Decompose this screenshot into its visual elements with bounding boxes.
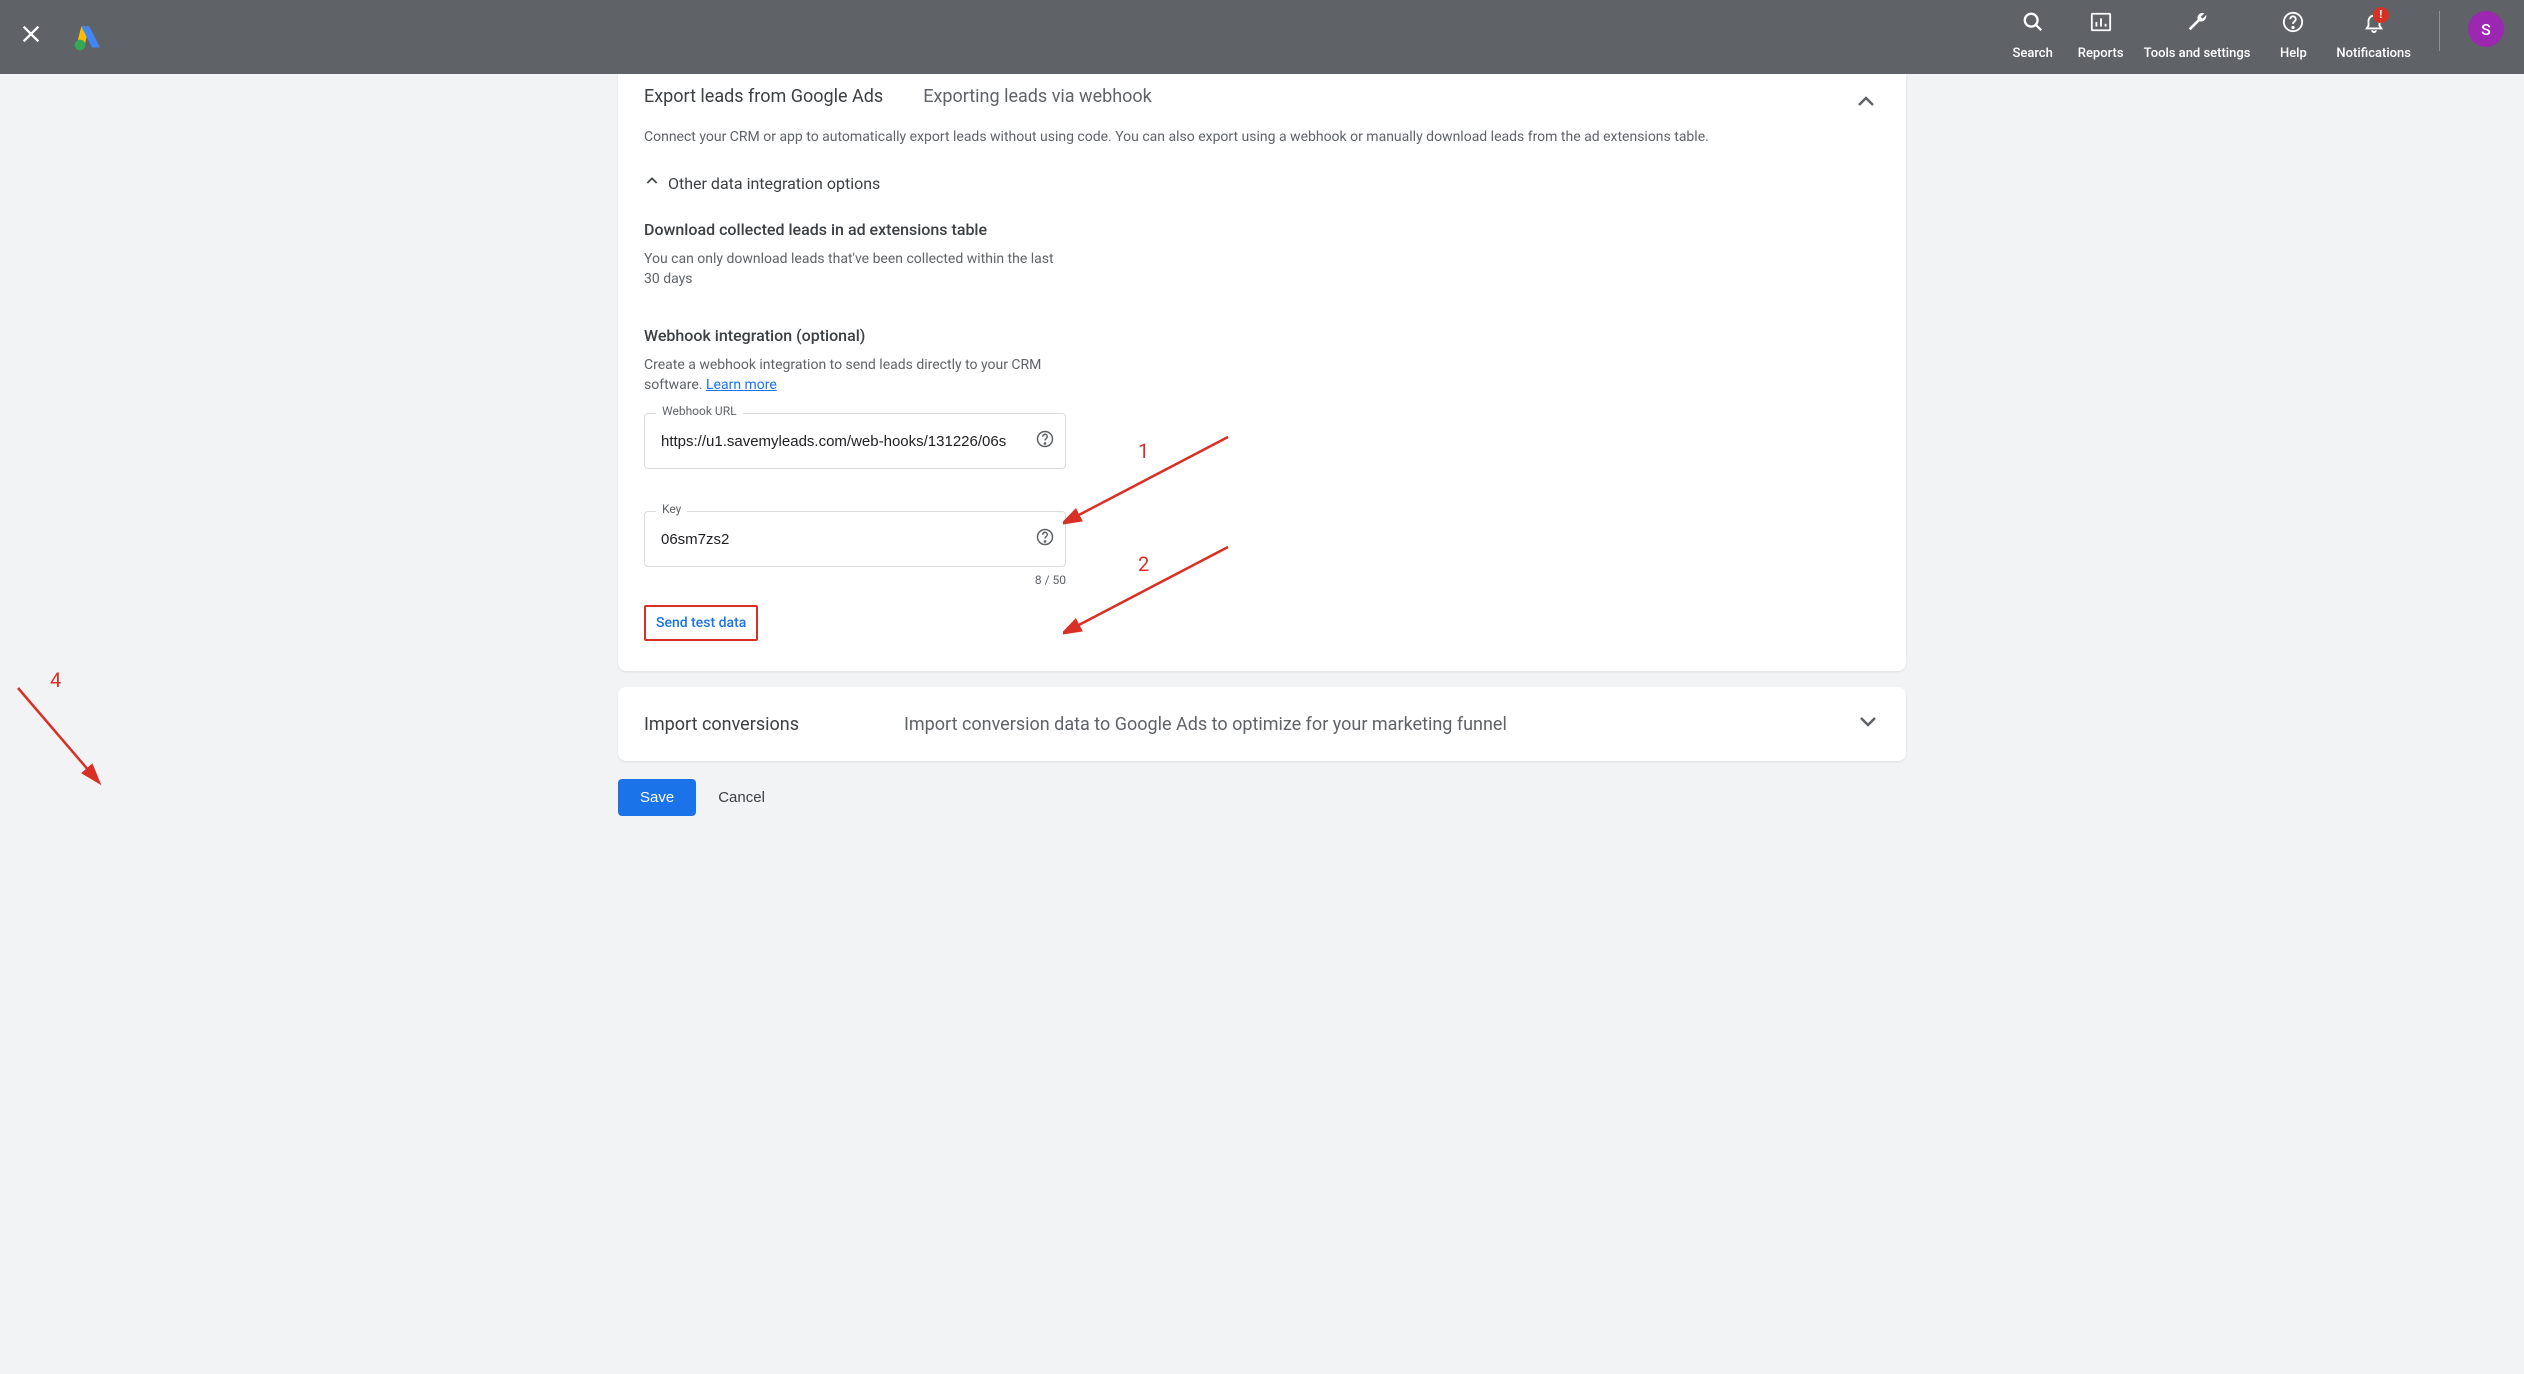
chevron-down-icon[interactable] [1856, 709, 1880, 739]
other-options-toggle[interactable]: Other data integration options [644, 173, 1880, 194]
avatar-initial: S [2481, 20, 2491, 39]
nav-reports[interactable]: Reports [2076, 11, 2126, 62]
nav-search[interactable]: Search [2008, 11, 2058, 62]
webhook-text-pre: Create a webhook integration to send lea… [644, 357, 1041, 393]
export-leads-card: Export leads from Google Ads Exporting l… [618, 74, 1906, 671]
send-test-data-button[interactable]: Send test data [644, 605, 758, 641]
nav-notifications[interactable]: ! Notifications [2336, 11, 2411, 62]
import-title: Import conversions [644, 714, 904, 735]
nav-notifications-label: Notifications [2336, 46, 2411, 63]
nav-help-label: Help [2280, 46, 2307, 63]
download-text: You can only download leads that've been… [644, 249, 1064, 290]
notification-badge: ! [2373, 7, 2389, 23]
nav-help[interactable]: Help [2268, 11, 2318, 62]
import-conversions-card[interactable]: Import conversions Import conversion dat… [618, 687, 1906, 761]
key-input[interactable] [644, 511, 1066, 567]
avatar[interactable]: S [2468, 11, 2504, 47]
bar-chart-icon [2090, 11, 2112, 42]
annotation-4: 4 [50, 668, 61, 692]
nav-search-label: Search [2012, 46, 2052, 63]
wrench-icon [2186, 11, 2208, 42]
nav-reports-label: Reports [2078, 46, 2124, 63]
search-icon [2022, 11, 2044, 42]
save-button[interactable]: Save [618, 779, 696, 816]
key-counter: 8 / 50 [644, 573, 1066, 587]
other-options-label: Other data integration options [668, 174, 880, 193]
webhook-url-field: Webhook URL [644, 413, 1066, 469]
learn-more-link[interactable]: Learn more [706, 377, 777, 393]
app-header: Search Reports Tools and settings Help ! [0, 0, 2524, 74]
key-label: Key [656, 502, 687, 516]
chevron-up-icon[interactable] [1854, 90, 1878, 120]
import-desc: Import conversion data to Google Ads to … [904, 714, 1856, 735]
key-field: Key [644, 511, 1066, 567]
help-icon [2282, 11, 2304, 42]
nav-tools[interactable]: Tools and settings [2144, 11, 2251, 62]
annotation-arrow-2 [1063, 539, 1243, 639]
help-icon[interactable] [1036, 528, 1054, 550]
chevron-up-icon [644, 173, 660, 194]
webhook-text: Create a webhook integration to send lea… [644, 355, 1084, 396]
card-header: Export leads from Google Ads Exporting l… [644, 74, 1880, 121]
footer-actions: Save Cancel [618, 779, 1906, 816]
annotation-arrow-4 [10, 680, 130, 790]
webhook-heading: Webhook integration (optional) [644, 326, 1880, 345]
annotation-arrow-1 [1063, 429, 1243, 529]
cancel-button[interactable]: Cancel [718, 789, 765, 806]
download-heading: Download collected leads in ad extension… [644, 220, 1880, 239]
section-title: Export leads from Google Ads [644, 86, 883, 107]
bell-icon: ! [2363, 11, 2385, 42]
nav-tools-label: Tools and settings [2144, 46, 2251, 63]
webhook-url-input[interactable] [644, 413, 1066, 469]
section-subtitle: Exporting leads via webhook [923, 86, 1152, 107]
annotation-1: 1 [1138, 439, 1149, 463]
close-icon[interactable] [20, 22, 42, 52]
header-divider [2439, 11, 2440, 51]
header-nav: Search Reports Tools and settings Help ! [2008, 11, 2504, 62]
help-icon[interactable] [1036, 430, 1054, 452]
section-description: Connect your CRM or app to automatically… [644, 129, 1880, 145]
annotation-2: 2 [1138, 552, 1149, 576]
webhook-url-label: Webhook URL [656, 404, 743, 418]
page-content: Export leads from Google Ads Exporting l… [0, 74, 2524, 856]
google-ads-logo-icon[interactable] [72, 21, 104, 53]
